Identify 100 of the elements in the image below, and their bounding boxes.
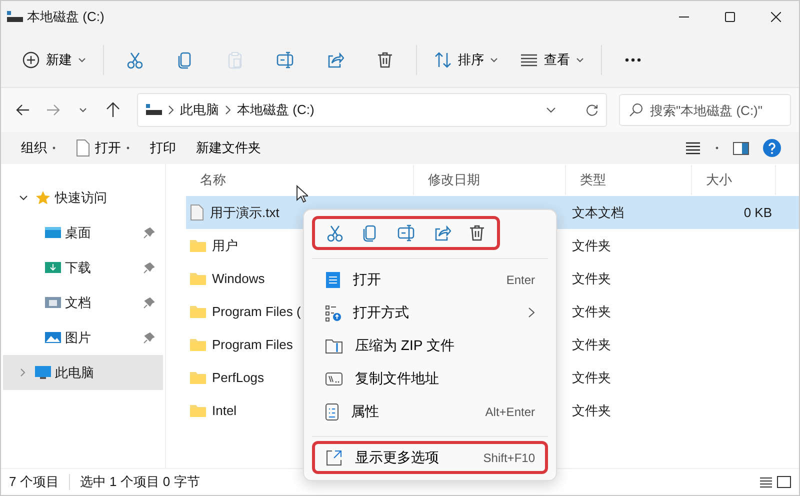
drive-icon <box>7 10 23 24</box>
pin-icon <box>143 262 155 274</box>
submenu-chevron-icon <box>528 307 535 318</box>
file-type: 文件夹 <box>571 270 612 288</box>
rename-icon <box>396 224 415 242</box>
preview-pane-icon <box>733 142 749 154</box>
path-icon <box>325 372 343 386</box>
details-view-icon <box>685 141 701 155</box>
view-button[interactable]: 查看 <box>514 40 590 80</box>
pin-icon <box>143 296 155 308</box>
breadcrumb[interactable]: 本地磁盘 (C:) <box>237 101 314 119</box>
star-icon <box>35 190 51 205</box>
chevron-icon <box>225 104 231 114</box>
back-arrow-icon <box>16 104 30 116</box>
scissors-icon <box>126 51 144 69</box>
menu-item[interactable]: 显示更多选项 Shift+F10 <box>312 441 548 474</box>
file-size: 0 KB <box>742 205 773 220</box>
help-icon <box>763 139 781 157</box>
notepad-icon <box>325 270 341 288</box>
documents-folder-icon <box>45 295 61 310</box>
file-name: Program Files ( <box>212 304 301 319</box>
sidebar-item[interactable]: 此电脑 <box>3 355 163 390</box>
folder-icon <box>190 272 206 285</box>
more-dots-icon <box>624 58 642 62</box>
folder-icon <box>190 239 206 252</box>
folder-icon <box>190 404 206 417</box>
menu-item[interactable]: 属性 Alt+Enter <box>312 395 548 428</box>
sidebar-item[interactable]: 快速访问 <box>3 180 163 215</box>
dot-caret-icon <box>126 146 130 150</box>
command-button[interactable]: 打印 <box>142 134 184 162</box>
text-file-icon <box>190 204 204 221</box>
file-name: Intel <box>212 403 237 418</box>
drive-icon <box>146 103 162 117</box>
pin-icon <box>143 332 155 344</box>
scissors-icon <box>326 224 344 242</box>
folder-icon <box>190 305 206 318</box>
file-type: 文件夹 <box>571 236 612 254</box>
tiles-view-icon <box>777 476 791 488</box>
sidebar-item[interactable]: 下载 <box>3 250 163 285</box>
zip-folder-icon <box>325 338 343 354</box>
plus-circle-icon <box>22 51 40 69</box>
new-button[interactable]: 新建 <box>16 40 92 80</box>
sidebar-item[interactable]: 图片 <box>3 320 163 355</box>
column-header[interactable]: 类型 <box>566 165 692 195</box>
selection-info: 选中 1 个项目 0 字节 <box>80 473 200 491</box>
search-field[interactable]: 搜索"本地磁盘 (C:)" <box>619 94 791 126</box>
details-view-icon <box>759 476 773 488</box>
window-title: 本地磁盘 (C:) <box>27 8 106 26</box>
file-type: 文件夹 <box>571 402 612 420</box>
item-count: 7 个项目 <box>9 473 59 491</box>
menu-item[interactable]: 压缩为 ZIP 文件 <box>312 329 548 362</box>
folder-icon <box>190 371 206 384</box>
address-bar[interactable]: 此电脑 本地磁盘 (C:) <box>137 93 607 127</box>
mouse-pointer-icon <box>296 185 308 203</box>
expand-icon <box>325 448 343 466</box>
column-header[interactable]: 修改日期 <box>414 165 566 195</box>
pictures-folder-icon <box>45 330 61 345</box>
apps-icon <box>325 304 341 322</box>
dot-caret-icon <box>52 146 56 150</box>
file-name: 用于演示.txt <box>210 204 280 222</box>
file-name: PerfLogs <box>212 370 264 385</box>
expanded-chevron-icon <box>18 194 28 200</box>
close-icon <box>771 12 781 22</box>
document-icon <box>76 139 90 157</box>
sidebar-item[interactable]: 文档 <box>3 285 163 320</box>
breadcrumb[interactable]: 此电脑 <box>180 101 219 119</box>
rename-icon <box>276 51 294 69</box>
forward-arrow-icon <box>46 104 60 116</box>
collapsed-chevron-icon <box>20 368 26 377</box>
properties-icon <box>325 402 339 420</box>
file-name: 用户 <box>212 236 238 254</box>
file-name: Program Files <box>212 337 293 352</box>
clipboard-icon <box>226 51 244 69</box>
file-type: 文件夹 <box>571 336 612 354</box>
file-type: 文本文档 <box>571 204 625 222</box>
downloads-folder-icon <box>45 260 61 275</box>
sidebar-item[interactable]: 桌面 <box>3 215 163 250</box>
command-button[interactable]: 打开 <box>68 134 138 162</box>
refresh-icon <box>586 104 598 116</box>
sort-button[interactable]: 排序 <box>428 40 504 80</box>
share-icon <box>326 51 344 69</box>
trash-icon <box>376 51 394 69</box>
trash-icon <box>468 224 486 242</box>
file-type: 文件夹 <box>571 302 612 320</box>
monitor-icon <box>35 365 51 380</box>
command-button[interactable]: 组织 <box>13 134 64 162</box>
menu-item[interactable]: 复制文件地址 <box>312 362 548 395</box>
dropdown-caret-icon <box>546 107 556 113</box>
desktop-folder-icon <box>45 225 61 240</box>
chevron-icon <box>168 104 174 114</box>
up-arrow-icon <box>106 102 120 118</box>
maximize-icon <box>725 12 735 22</box>
menu-item[interactable]: 打开方式 <box>312 296 548 329</box>
menu-item[interactable]: 打开 Enter <box>312 263 548 296</box>
pin-icon <box>143 226 155 238</box>
column-header[interactable]: 大小 <box>692 165 776 195</box>
share-icon <box>432 224 451 242</box>
sort-arrows-icon <box>434 51 452 69</box>
command-button[interactable]: 新建文件夹 <box>188 134 269 162</box>
folder-icon <box>190 338 206 351</box>
